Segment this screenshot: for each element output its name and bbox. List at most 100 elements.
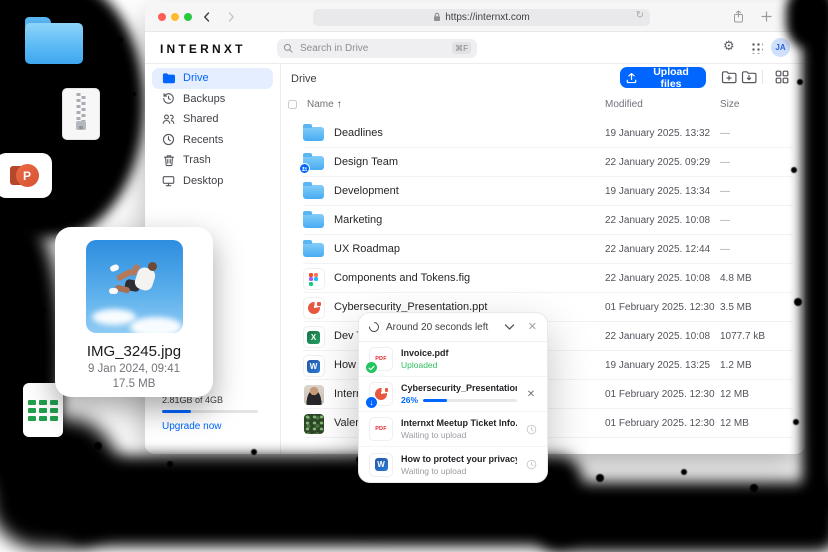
file-name: Design Team — [334, 156, 398, 168]
file-size: 1077.7 kB — [720, 331, 765, 342]
photo-thumbnail — [304, 414, 324, 434]
upload-icon — [626, 72, 637, 84]
upload-item-name: Invoice.pdf — [401, 348, 537, 358]
folder-icon — [303, 243, 324, 257]
upgrade-link[interactable]: Upgrade now — [162, 421, 258, 432]
avatar[interactable]: JA — [771, 38, 790, 57]
close-window-button[interactable] — [158, 13, 166, 21]
file-modified: 22 January 2025. 10:08 — [605, 273, 710, 284]
upload-item-name: Internxt Meetup Ticket Info.pdf — [401, 418, 517, 428]
upload-files-button[interactable]: Upload files — [620, 67, 706, 88]
folder-icon — [303, 127, 324, 141]
search-bar[interactable]: ⌘F — [277, 39, 477, 58]
sidebar-item-label: Trash — [183, 154, 211, 166]
file-modified: 01 February 2025. 12:30 — [605, 302, 715, 313]
app-header: INTERNXT ⌘F ⚙ JA — [145, 32, 805, 64]
word-file-icon: W — [370, 454, 392, 476]
file-size: 12 MB — [720, 389, 749, 400]
close-icon[interactable]: ✕ — [528, 322, 537, 333]
file-size: — — [720, 215, 730, 226]
upload-popup-items: PDFInvoice.pdfUploaded↓Cybersecurity_Pre… — [359, 342, 547, 482]
file-name: Development — [334, 185, 399, 197]
clock-icon — [162, 133, 175, 146]
column-header-size[interactable]: Size — [720, 99, 739, 110]
table-row[interactable]: Marketing 22 January 2025. 10:08 — — [281, 206, 805, 235]
file-size: — — [720, 157, 730, 168]
share-icon[interactable] — [733, 10, 744, 23]
cancel-upload-icon[interactable]: ✕ — [525, 389, 537, 400]
refresh-icon[interactable]: ↻ — [636, 10, 644, 21]
table-row[interactable]: Design Team22 January 2025. 09:29— — [281, 148, 805, 177]
grid-view-icon[interactable] — [775, 70, 791, 85]
file-size: — — [720, 128, 730, 139]
address-bar[interactable]: https://internxt.com ↻ — [313, 9, 650, 26]
upload-item-status: Waiting to upload — [401, 466, 517, 476]
sidebar-item-desktop[interactable]: Desktop — [152, 171, 273, 192]
grunge-blob — [802, 28, 828, 514]
upload-item: ↓Cybersecurity_Presentation.ppt26%✕ — [359, 377, 547, 412]
image-thumbnail — [86, 240, 183, 333]
file-name: UX Roadmap — [334, 243, 400, 255]
file-modified: 19 January 2025. 13:25 — [605, 360, 710, 371]
sidebar-item-shared[interactable]: Shared — [152, 109, 273, 130]
progress-bar — [423, 399, 517, 402]
word-file-icon: W — [304, 356, 324, 376]
forward-icon[interactable] — [225, 11, 237, 23]
upload-item: WHow to protect your privacy.docWaiting … — [359, 447, 547, 482]
new-tab-icon[interactable] — [761, 11, 772, 22]
file-modified: 22 January 2025. 10:08 — [605, 215, 710, 226]
sidebar-item-recents[interactable]: Recents — [152, 130, 273, 151]
upload-item-name: Cybersecurity_Presentation.ppt — [401, 383, 517, 393]
table-row[interactable]: Components and Tokens.fig22 January 2025… — [281, 264, 805, 293]
search-input[interactable] — [298, 42, 447, 55]
internxt-logo: INTERNXT — [160, 42, 246, 56]
folder-icon — [303, 185, 324, 199]
storage-progress-bar — [162, 410, 258, 413]
upload-item: PDFInternxt Meetup Ticket Info.pdfWaitin… — [359, 412, 547, 447]
toolbar-divider — [762, 70, 763, 84]
file-size: 3.5 MB — [720, 302, 752, 313]
spinner-icon — [367, 320, 381, 334]
table-row[interactable]: UX Roadmap 22 January 2025. 12:44 — — [281, 235, 805, 264]
chevron-down-icon[interactable] — [504, 323, 515, 331]
file-name: Marketing — [334, 214, 382, 226]
column-header-modified[interactable]: Modified — [605, 99, 643, 110]
folder-icon — [303, 214, 324, 228]
new-folder-icon[interactable] — [721, 70, 737, 85]
url-text: https://internxt.com — [445, 12, 529, 23]
sidebar-item-backups[interactable]: Backups — [152, 89, 273, 110]
apps-grid-icon[interactable] — [751, 42, 763, 54]
minimize-window-button[interactable] — [171, 13, 179, 21]
column-header-name[interactable]: Name↑ — [307, 99, 342, 110]
sidebar-item-trash[interactable]: Trash — [152, 150, 273, 171]
monitor-icon — [162, 174, 175, 187]
photo-thumbnail — [304, 385, 324, 405]
figma-file-icon — [304, 269, 324, 289]
file-name: Deadlines — [334, 127, 383, 139]
shared-badge-icon — [299, 163, 310, 174]
upload-button-label: Upload files — [642, 66, 700, 90]
preview-size: 17.5 MB — [55, 378, 213, 390]
file-modified: 19 January 2025. 13:34 — [605, 186, 710, 197]
desktop-powerpoint-icon: P — [0, 153, 52, 198]
file-modified: 19 January 2025. 13:32 — [605, 128, 710, 139]
table-row[interactable]: Deadlines 19 January 2025. 13:32 — — [281, 119, 805, 148]
preview-filename: IMG_3245.jpg — [55, 343, 213, 360]
file-size: — — [720, 244, 730, 255]
file-modified: 22 January 2025. 12:44 — [605, 244, 710, 255]
desktop-folder-icon — [25, 17, 83, 64]
upload-folder-icon[interactable] — [741, 70, 757, 85]
storage-widget: 2.81GB of 4GB Upgrade now — [162, 395, 258, 432]
upload-progress-popup: Around 20 seconds left ✕ PDFInvoice.pdfU… — [358, 312, 548, 483]
table-row[interactable]: Development 19 January 2025. 13:34 — — [281, 177, 805, 206]
settings-gear-icon[interactable]: ⚙ — [723, 39, 735, 52]
file-size: 4.8 MB — [720, 273, 752, 284]
search-icon — [283, 43, 293, 53]
sidebar-item-drive[interactable]: Drive — [152, 68, 273, 89]
zoom-window-button[interactable] — [184, 13, 192, 21]
back-icon[interactable] — [201, 11, 213, 23]
file-size: — — [720, 186, 730, 197]
select-all-checkbox[interactable] — [288, 100, 297, 109]
trash-icon — [162, 154, 175, 167]
waiting-clock-icon — [525, 424, 537, 435]
